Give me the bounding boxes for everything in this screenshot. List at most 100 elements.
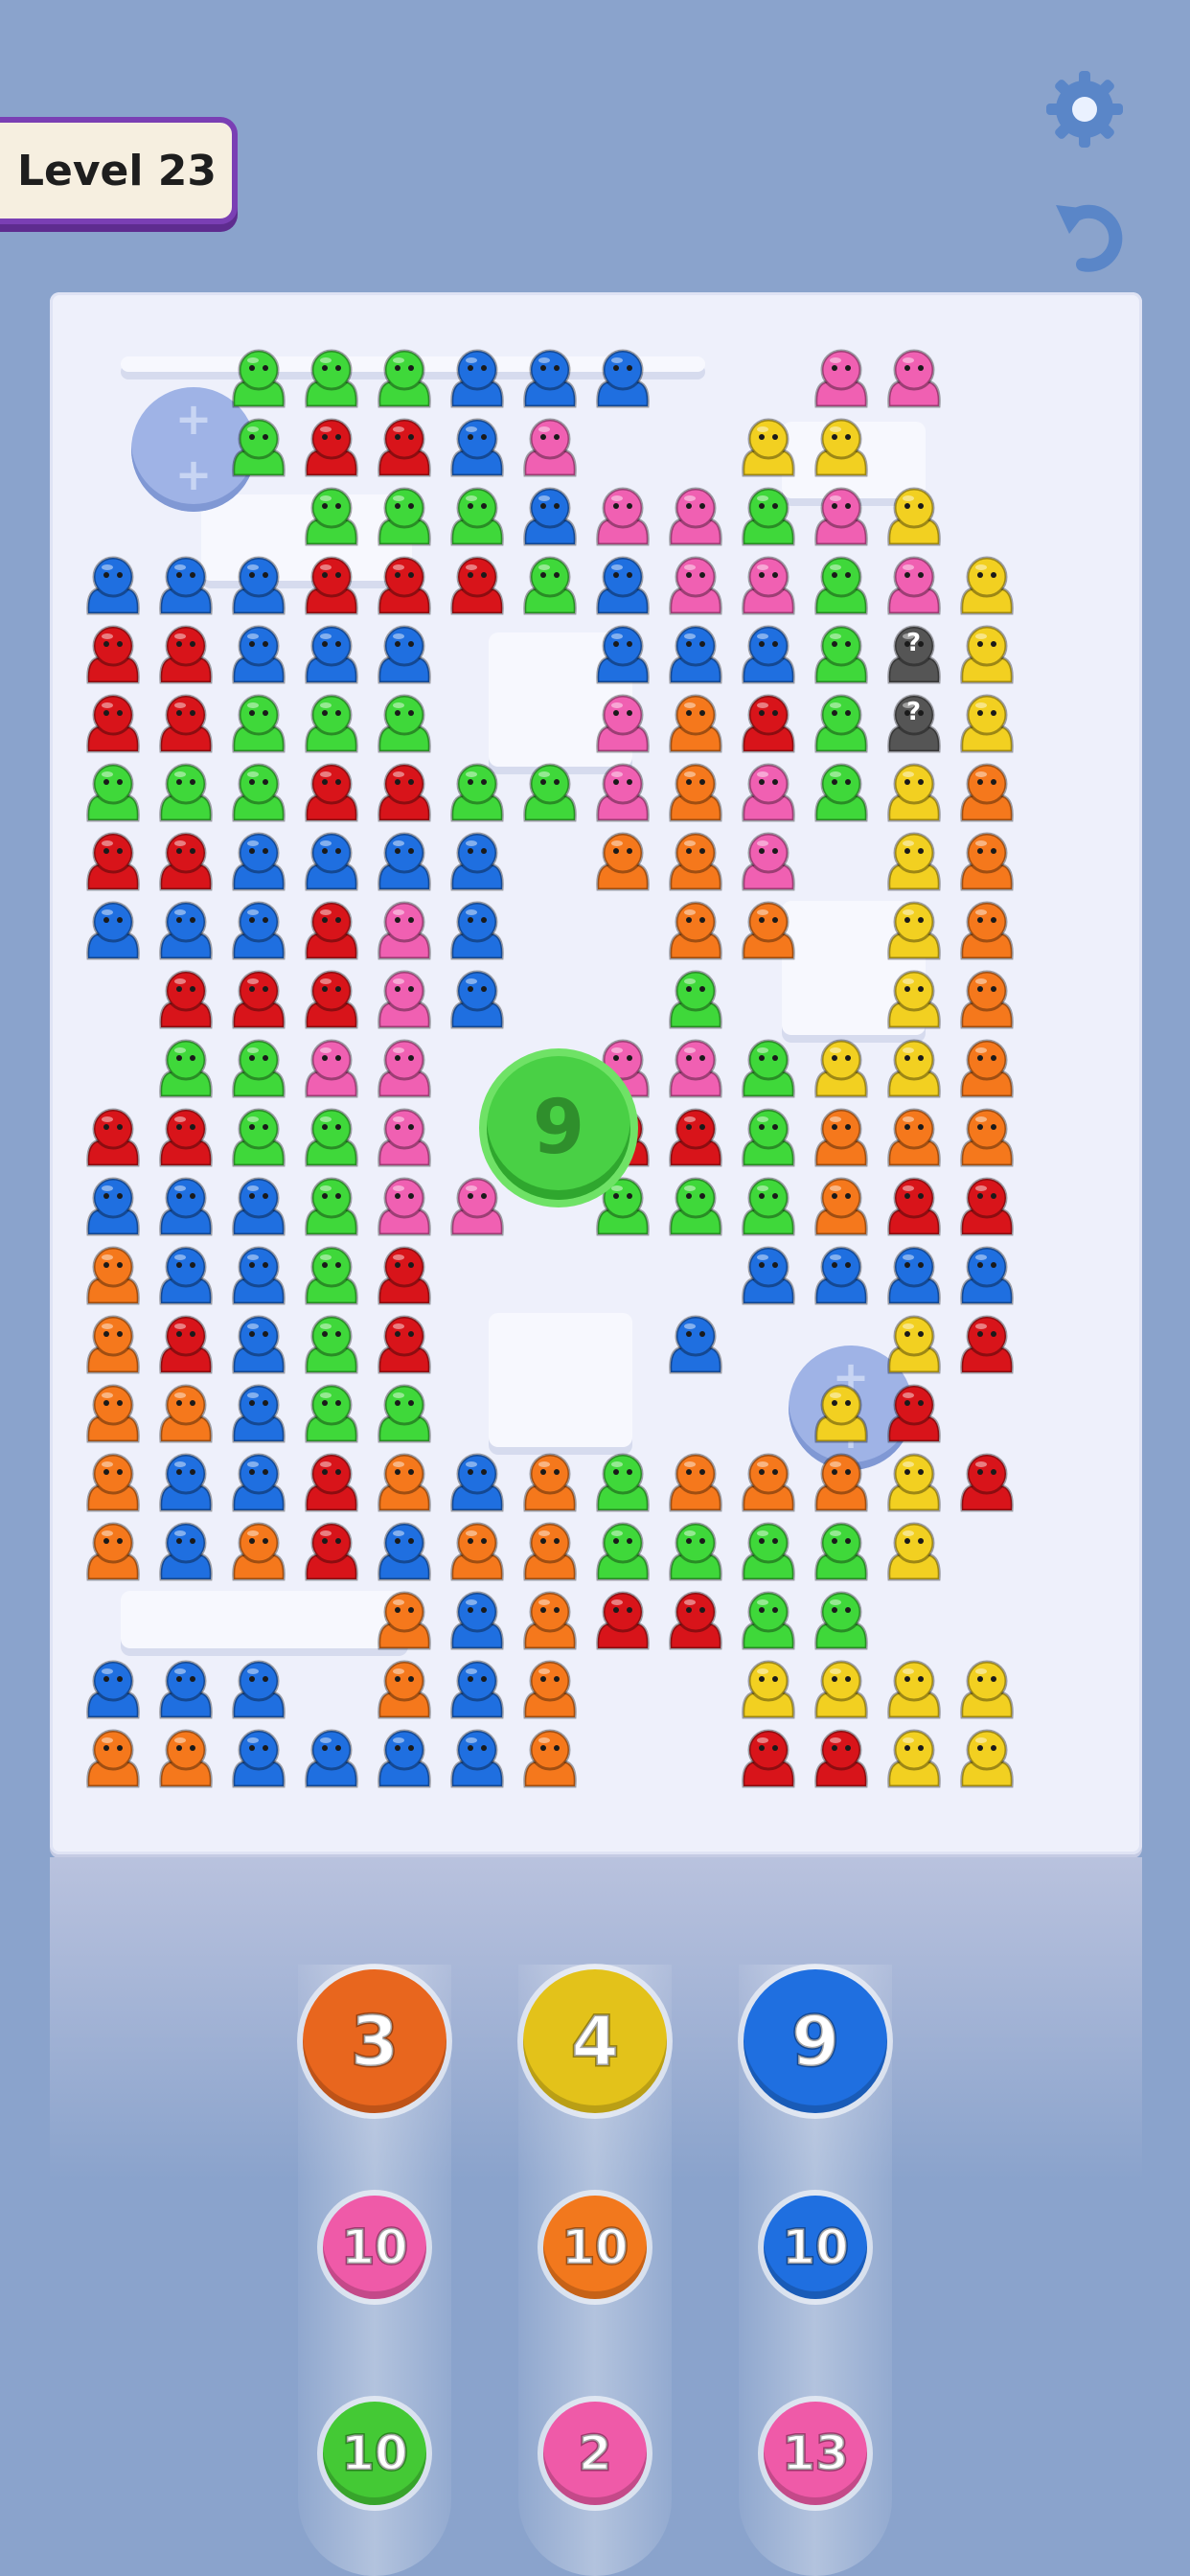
stickman-blue[interactable] (586, 345, 659, 414)
stickman-red[interactable] (77, 828, 149, 897)
stickman-blue[interactable] (659, 621, 732, 690)
stickman-red[interactable] (878, 1173, 950, 1242)
stickman-blue[interactable] (77, 552, 149, 621)
stickman-pink[interactable] (878, 345, 950, 414)
stickman-blue[interactable] (222, 1380, 295, 1449)
stickman-red[interactable] (77, 1104, 149, 1173)
stickman-pink[interactable] (732, 828, 805, 897)
stickman-blue[interactable] (149, 897, 222, 966)
stickman-blue[interactable] (149, 1173, 222, 1242)
stickman-blue[interactable] (149, 1656, 222, 1725)
stickman-green[interactable] (805, 690, 878, 759)
stickman-yellow[interactable] (878, 828, 950, 897)
stickman-green[interactable] (805, 1518, 878, 1587)
stickman-red[interactable] (295, 759, 368, 828)
stickman-green[interactable] (295, 1380, 368, 1449)
stickman-red[interactable] (805, 1725, 878, 1794)
stickman-yellow[interactable] (878, 966, 950, 1035)
stickman-yellow[interactable] (878, 1311, 950, 1380)
stickman-orange[interactable] (514, 1518, 586, 1587)
stickman-red[interactable] (368, 759, 441, 828)
stickman-pink[interactable] (586, 483, 659, 552)
stickman-blue[interactable] (222, 1656, 295, 1725)
stickman-blue[interactable] (441, 1656, 514, 1725)
stickman-orange[interactable] (659, 759, 732, 828)
stickman-yellow[interactable] (950, 552, 1023, 621)
stickman-orange[interactable] (950, 759, 1023, 828)
stickman-orange[interactable] (77, 1380, 149, 1449)
stickman-pink[interactable] (659, 552, 732, 621)
stickman-orange[interactable] (950, 1035, 1023, 1104)
stickman-red[interactable] (77, 621, 149, 690)
stickman-blue[interactable] (295, 621, 368, 690)
stickman-green[interactable] (295, 1311, 368, 1380)
stickman-orange[interactable] (805, 1173, 878, 1242)
stickman-red[interactable] (149, 828, 222, 897)
stickman-blue[interactable] (222, 828, 295, 897)
stickman-orange[interactable] (805, 1104, 878, 1173)
stickman-green[interactable] (222, 414, 295, 483)
stickman-red[interactable] (295, 1518, 368, 1587)
stickman-yellow[interactable] (878, 1449, 950, 1518)
stickman-green[interactable] (295, 1242, 368, 1311)
stickman-orange[interactable] (659, 828, 732, 897)
stickman-blue[interactable] (441, 828, 514, 897)
stickman-red[interactable] (659, 1104, 732, 1173)
stickman-pink[interactable] (586, 690, 659, 759)
stickman-yellow[interactable] (950, 690, 1023, 759)
stickman-green[interactable] (586, 1518, 659, 1587)
stickman-blue[interactable] (441, 1725, 514, 1794)
stickman-red[interactable] (659, 1587, 732, 1656)
stickman-green[interactable] (222, 1035, 295, 1104)
stickman-green[interactable] (514, 552, 586, 621)
stickman-yellow[interactable] (950, 1656, 1023, 1725)
stickman-orange[interactable] (878, 1104, 950, 1173)
stickman-pink[interactable] (441, 1173, 514, 1242)
stickman-orange[interactable] (514, 1449, 586, 1518)
stickman-green[interactable] (441, 483, 514, 552)
stickman-yellow[interactable] (805, 414, 878, 483)
stickman-blue[interactable] (222, 621, 295, 690)
stickman-red[interactable] (295, 1449, 368, 1518)
stickman-red[interactable] (732, 1725, 805, 1794)
stickman-red[interactable] (368, 1242, 441, 1311)
stickman-pink[interactable] (805, 345, 878, 414)
stickman-green[interactable] (222, 690, 295, 759)
stickman-green[interactable] (77, 759, 149, 828)
stickman-blue[interactable] (222, 1242, 295, 1311)
stickman-blue[interactable] (368, 1518, 441, 1587)
stickman-green[interactable] (295, 345, 368, 414)
stickman-green[interactable] (732, 1518, 805, 1587)
stickman-blue[interactable] (732, 621, 805, 690)
stickman-mystery[interactable]: ? (878, 690, 950, 759)
stickman-yellow[interactable] (805, 1035, 878, 1104)
stickman-blue[interactable] (222, 1173, 295, 1242)
stickman-green[interactable] (805, 1587, 878, 1656)
stickman-pink[interactable] (368, 1035, 441, 1104)
stickman-yellow[interactable] (878, 1518, 950, 1587)
stickman-blue[interactable] (441, 897, 514, 966)
stickman-pink[interactable] (732, 759, 805, 828)
stickman-yellow[interactable] (950, 621, 1023, 690)
stickman-red[interactable] (950, 1311, 1023, 1380)
stickman-green[interactable] (659, 1173, 732, 1242)
stickman-green[interactable] (805, 759, 878, 828)
stickman-blue[interactable] (732, 1242, 805, 1311)
stickman-orange[interactable] (732, 897, 805, 966)
stickman-yellow[interactable] (878, 1035, 950, 1104)
stickman-red[interactable] (950, 1449, 1023, 1518)
stickman-blue[interactable] (222, 552, 295, 621)
stickman-red[interactable] (149, 621, 222, 690)
stickman-blue[interactable] (441, 1449, 514, 1518)
stickman-blue[interactable] (586, 552, 659, 621)
stickman-pink[interactable] (805, 483, 878, 552)
stickman-green[interactable] (295, 1173, 368, 1242)
stickman-green[interactable] (222, 345, 295, 414)
stickman-green[interactable] (732, 1104, 805, 1173)
stickman-blue[interactable] (149, 552, 222, 621)
stickman-blue[interactable] (586, 621, 659, 690)
stickman-pink[interactable] (295, 1035, 368, 1104)
stickman-orange[interactable] (77, 1242, 149, 1311)
stickman-green[interactable] (732, 483, 805, 552)
stickman-orange[interactable] (659, 690, 732, 759)
